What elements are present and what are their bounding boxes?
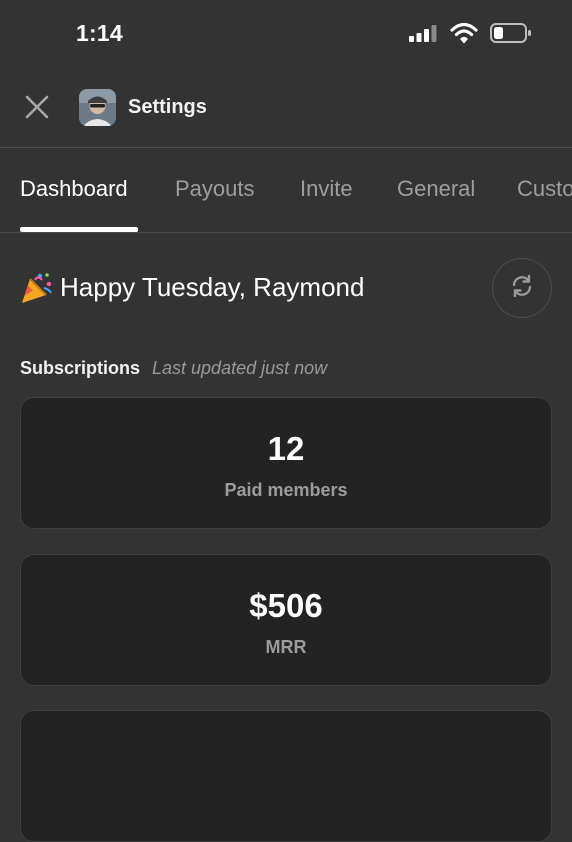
mrr-label: MRR xyxy=(265,637,307,657)
greeting-text: Happy Tuesday, Raymond xyxy=(60,272,365,302)
status-time: 1:14 xyxy=(76,20,123,46)
paid-members-label: Paid members xyxy=(224,480,348,500)
section-title: Subscriptions xyxy=(20,358,141,378)
paid-members-value: 12 xyxy=(267,430,305,467)
status-icons xyxy=(408,22,532,49)
mrr-value: $506 xyxy=(249,587,323,624)
avatar xyxy=(79,89,116,126)
tab-general[interactable]: General xyxy=(397,176,475,202)
battery-icon xyxy=(490,22,532,49)
page-title: Settings xyxy=(128,96,207,118)
refresh-icon xyxy=(509,273,535,304)
last-updated-text: Last updated just now xyxy=(152,358,328,378)
paid-members-card[interactable]: 12 Paid members xyxy=(20,397,552,529)
settings-header: Settings xyxy=(0,70,572,146)
tab-invite[interactable]: Invite xyxy=(300,176,353,202)
tab-payouts[interactable]: Payouts xyxy=(175,176,255,202)
refresh-button[interactable] xyxy=(492,258,552,318)
subscriptions-header: Subscriptions Last updated just now xyxy=(20,358,327,379)
status-bar: 1:14 xyxy=(0,0,572,68)
signal-icon xyxy=(408,23,438,48)
greeting-row: Happy Tuesday, Raymond xyxy=(20,258,552,318)
tab-custom[interactable]: Custo xyxy=(517,176,572,202)
next-card[interactable] xyxy=(20,710,552,842)
mrr-card[interactable]: $506 MRR xyxy=(20,554,552,686)
wifi-icon xyxy=(450,22,478,49)
tab-bar: Dashboard Payouts Invite General Custo xyxy=(0,148,572,232)
party-popper-icon xyxy=(20,271,54,310)
close-icon xyxy=(24,94,50,125)
tab-dashboard[interactable]: Dashboard xyxy=(20,176,128,202)
tabs-divider xyxy=(0,232,572,233)
close-button[interactable] xyxy=(20,92,54,126)
